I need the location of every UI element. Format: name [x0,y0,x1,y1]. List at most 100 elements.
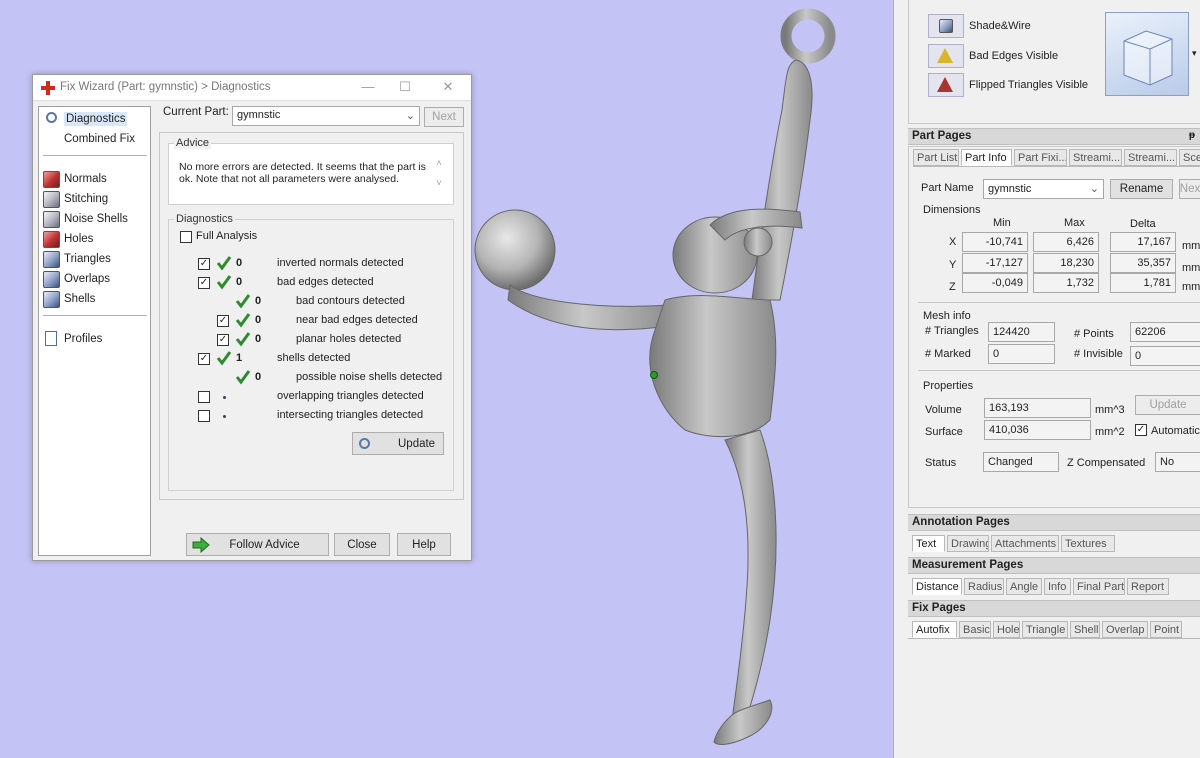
overlaps-cube-icon [43,270,60,288]
divider [918,370,1200,371]
tab-text[interactable]: Text [912,535,945,552]
gymnast-3d-model[interactable] [470,0,870,758]
tab-triangle[interactable]: Triangle [1022,621,1068,638]
sidebar-item-noise-shells[interactable]: Noise Shells [43,210,128,228]
green-arrow-icon [192,537,210,553]
x-unit-label: mm [1182,240,1200,252]
tab-point[interactable]: Point [1150,621,1182,638]
sidebar-item-diagnostics[interactable]: Diagnostics [43,110,128,128]
bad-edges-checkbox[interactable]: ✓ [198,277,210,289]
status-label: Status [925,457,957,469]
triangles-cube-icon [43,250,60,268]
tab-streaming-1[interactable]: Streami... [1069,149,1122,166]
sidebar-item-overlaps[interactable]: Overlaps [43,270,110,288]
tab-part-list[interactable]: Part List [913,149,959,166]
bad-edges-visible-label: Bad Edges Visible [969,50,1059,62]
z-compensated-label: Z Compensated [1067,457,1146,469]
close-button[interactable]: Close [334,533,390,556]
tab-overlap[interactable]: Overlap [1102,621,1148,638]
status-dot-icon [223,396,226,399]
sidebar-item-profiles[interactable]: Profiles [43,330,102,348]
tab-basic[interactable]: Basic [959,621,991,638]
planar-holes-checkbox[interactable]: ✓ [217,334,229,346]
automatic-checkbox[interactable]: ✓ [1135,424,1147,436]
sidebar-separator [43,155,147,156]
inverted-normals-checkbox[interactable]: ✓ [198,258,210,270]
fix-pages-header[interactable]: Fix Pages [908,600,1200,617]
measurement-pages-header[interactable]: Measurement Pages [908,557,1200,574]
intersecting-triangles-label: intersecting triangles detected [277,409,424,421]
next-part-button[interactable]: Nex [1179,179,1200,199]
normals-cube-icon [43,170,60,188]
tab-drawing[interactable]: Drawing [947,535,989,552]
part-pages-header[interactable]: Part Pages ᵽ [908,128,1200,145]
full-analysis-checkbox[interactable] [180,231,192,243]
z-max-value: 1,732 [1033,273,1099,293]
intersecting-triangles-checkbox[interactable] [198,410,210,422]
shells-checkbox[interactable]: ✓ [198,353,210,365]
sidebar-item-combined-fix[interactable]: Combined Fix [64,130,135,148]
tab-radius[interactable]: Radius [964,578,1004,595]
next-button[interactable]: Next [424,107,464,127]
tab-textures[interactable]: Textures [1061,535,1115,552]
green-check-icon [216,256,232,271]
sidebar-item-shells[interactable]: Shells [43,290,95,308]
properties-update-button[interactable]: Update [1135,395,1200,415]
part-name-select[interactable]: gymnstic ⌄ [983,179,1104,199]
axis-y-label: Y [949,259,957,271]
tab-attachments[interactable]: Attachments [991,535,1059,552]
tab-distance[interactable]: Distance [912,578,962,595]
sidebar-item-stitching[interactable]: Stitching [43,190,108,208]
advice-scrollbar[interactable]: ˄ ˅ [433,158,445,200]
tab-info[interactable]: Info [1044,578,1071,595]
marked-label: # Marked [925,348,971,360]
z-delta-value: 1,781 [1110,273,1176,293]
tab-part-fixing[interactable]: Part Fixi... [1014,149,1067,166]
flipped-triangles-visible-label: Flipped Triangles Visible [969,79,1089,91]
dialog-titlebar[interactable]: Fix Wizard (Part: gymnstic) > Diagnostic… [33,75,471,101]
tab-report[interactable]: Report [1127,578,1169,595]
follow-advice-button[interactable]: Follow Advice [186,533,329,556]
pin-icon[interactable]: ᵽ [1189,130,1195,141]
sidebar-item-normals[interactable]: Normals [43,170,107,188]
flipped-triangles-visible-button[interactable] [928,73,964,97]
points-value: 62206 [1130,322,1200,342]
status-value: Changed [983,452,1059,472]
red-cross-icon [41,81,55,95]
view-menu-arrow-icon[interactable]: ▾ [1192,48,1197,59]
sidebar-item-holes[interactable]: Holes [43,230,93,248]
right-side-panel: Shade&Wire Bad Edges Visible Flipped Tri… [893,0,1200,758]
overlapping-triangles-checkbox[interactable] [198,391,210,403]
dimensions-title: Dimensions [923,204,981,216]
update-button[interactable]: Update [352,432,444,455]
tab-scene[interactable]: Scen [1179,149,1200,166]
view-cube[interactable] [1105,12,1189,96]
help-button[interactable]: Help [397,533,451,556]
current-part-label: Current Part: [163,106,229,118]
annotation-pages-header[interactable]: Annotation Pages [908,514,1200,531]
diagnostics-title: Diagnostics [174,213,235,225]
green-check-icon [235,313,251,328]
sidebar-separator [43,315,147,316]
tab-streaming-2[interactable]: Streami... [1124,149,1177,166]
tab-hole[interactable]: Hole [993,621,1020,638]
properties-title: Properties [923,380,974,392]
tab-autofix[interactable]: Autofix [912,621,957,638]
tab-final-part[interactable]: Final Part [1073,578,1125,595]
tab-shell[interactable]: Shell [1070,621,1100,638]
volume-value: 163,193 [984,398,1091,418]
shade-wire-button[interactable] [928,14,964,38]
dimensions-delta-header: Delta [1130,218,1156,230]
bad-edges-visible-button[interactable] [928,44,964,68]
green-check-icon [216,275,232,290]
current-part-select[interactable]: gymnstic ⌄ [232,106,420,126]
minimize-icon[interactable]: — [359,79,377,95]
tab-angle[interactable]: Angle [1006,578,1042,595]
x-max-value: 6,426 [1033,232,1099,252]
maximize-icon[interactable]: ☐ [396,79,414,95]
sidebar-item-triangles[interactable]: Triangles [43,250,111,268]
close-icon[interactable]: ✕ [439,79,457,95]
tab-part-info[interactable]: Part Info [961,149,1012,166]
rename-button[interactable]: Rename [1110,179,1173,199]
near-bad-edges-checkbox[interactable]: ✓ [217,315,229,327]
